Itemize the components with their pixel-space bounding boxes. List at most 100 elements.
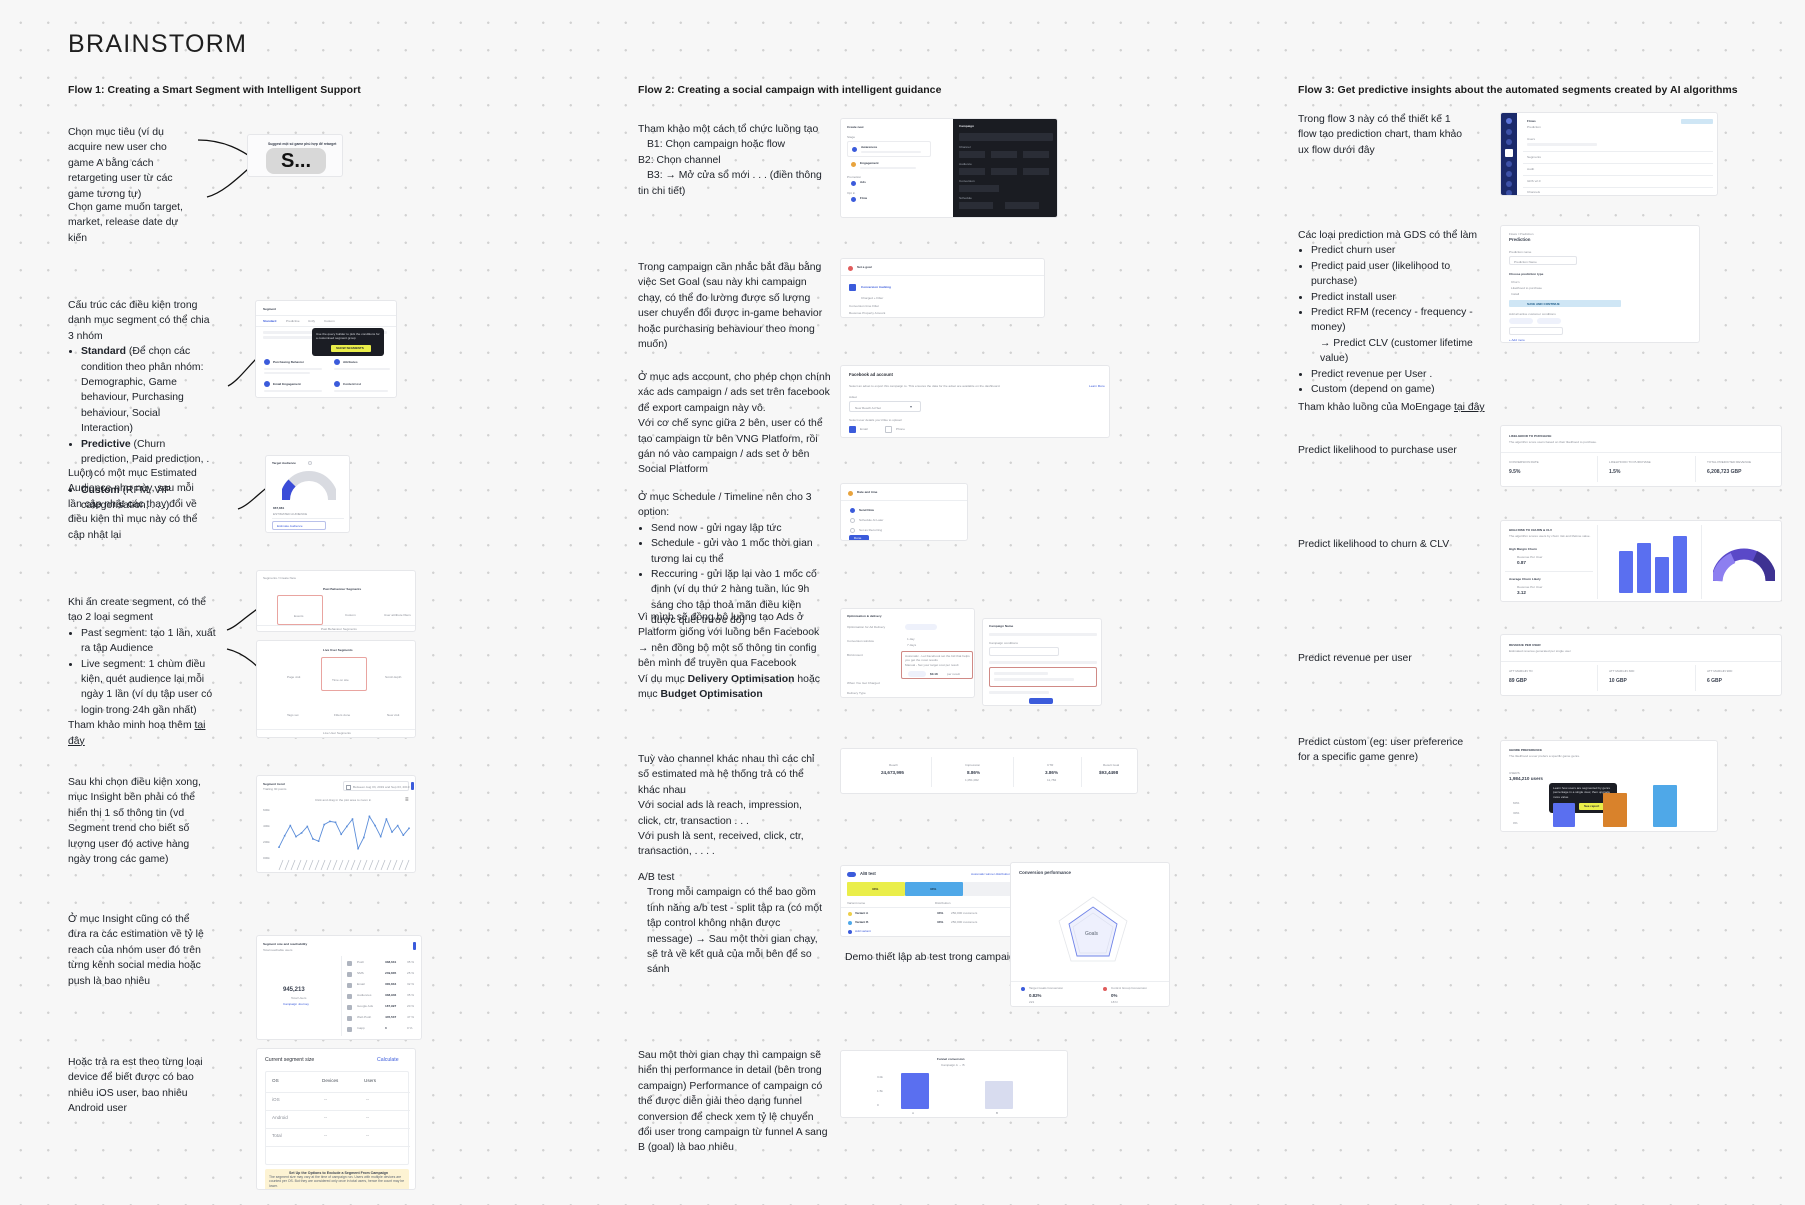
current-segment-size-screenshot[interactable]: Current segment size Calculate OS Device… [256, 1048, 416, 1190]
estimate-audience-button[interactable]: Estimate Audience [272, 521, 326, 530]
nav-item[interactable]: Prediction [1527, 125, 1541, 129]
whiteboard-canvas[interactable]: BRAINSTORM Flow 1: Creating a Smart Segm… [0, 0, 1805, 1205]
segment-reach-screenshot[interactable]: Segment size and reachability Total reac… [256, 935, 422, 1040]
nav-item[interactable]: Users [1527, 137, 1535, 141]
sidebar-item-bulk[interactable] [1506, 181, 1512, 187]
prediction-nav-screenshot[interactable]: Flows Prediction Users Segments Audit GD… [1500, 112, 1718, 196]
radio-send-now[interactable] [850, 508, 855, 513]
prediction-row[interactable]: Install [1511, 292, 1519, 296]
download-icon[interactable] [413, 942, 416, 950]
segment-builder-screenshot[interactable]: Segment Standard Predictive Unify Custom… [255, 300, 397, 398]
adset-select[interactable]: New Reach Ad Set ▾ [849, 401, 921, 412]
live-option-4[interactable]: Tags set [273, 696, 317, 724]
list-item: Past segment: tạo 1 lần, xuất ra tập Aud… [81, 626, 216, 657]
live-option-1[interactable]: Page visit [273, 657, 317, 687]
fb-ad-account-screenshot[interactable]: Facebook ad account Select an adset to e… [840, 365, 1110, 438]
channel-pct: 32 % [407, 982, 415, 986]
live-option-6[interactable]: New visit [373, 696, 415, 724]
sidebar-item-segments[interactable] [1506, 139, 1512, 145]
live-option-3[interactable]: Scroll depth [373, 657, 415, 687]
estimate-value: 3.86% [1045, 770, 1059, 775]
segment-option-custom[interactable]: Custom [329, 595, 375, 625]
sidebar-item-prediction[interactable] [1506, 118, 1512, 124]
predict-custom-screenshot[interactable]: GENRE PREFERENCE The likelihood a user p… [1500, 740, 1718, 832]
nav-item[interactable]: Audit [1527, 167, 1534, 171]
nav-item[interactable]: Channels [1527, 190, 1540, 194]
flow2-note-4-intro: Ở mục Schedule / Timeline nên cho 3 opti… [638, 492, 812, 519]
winner-distribution-label[interactable]: Automatic winner distribution [971, 872, 1011, 876]
bid-average-select[interactable] [908, 671, 926, 677]
email-checkbox[interactable] [849, 426, 856, 433]
sidebar-item-settings[interactable] [1506, 190, 1512, 195]
done-button[interactable]: Done [849, 535, 869, 540]
condition-select-2[interactable] [1537, 318, 1561, 324]
campaign-field[interactable] [989, 647, 1059, 656]
predict-purchase-screenshot[interactable]: LIKELIHOOD TO PURCHASE The algorithm sco… [1500, 425, 1782, 487]
sidebar-item-channels[interactable] [1506, 171, 1512, 177]
list-item-text: Predict RFM (recency - frequency - money… [1311, 307, 1473, 334]
campaign-submit-button[interactable] [1029, 698, 1053, 704]
date-time-screenshot[interactable]: Date and time Send Now Schedule At Later… [840, 483, 968, 541]
learn-more-link[interactable]: Learn More [1089, 384, 1105, 388]
card-purchasing-behavior[interactable]: Purchasing Behavior [273, 360, 304, 364]
save-continue-button[interactable]: SAVE AND CONTINUE [1509, 300, 1621, 307]
moengage-link[interactable]: tại đây [1454, 402, 1485, 413]
estimated-audience-screenshot[interactable]: Target Audience 867,881 ESTIMATED AUDIEN… [265, 455, 350, 533]
segment-option-attrs[interactable]: User attribute filters [379, 595, 415, 625]
date-range-picker[interactable]: Between Aug 03, 2019 and Sep 03, 2019 [343, 781, 409, 791]
calculate-button[interactable]: Calculate [377, 1057, 399, 1063]
menu-icon[interactable]: ≡ [405, 797, 409, 803]
tooltip-button[interactable]: SHOW SEGMENTS [331, 345, 371, 352]
prediction-create-screenshot[interactable]: Flows / Prediction Prediction Prediction… [1500, 225, 1700, 343]
group-awareness[interactable]: Awareness [847, 141, 931, 157]
phone-checkbox[interactable] [885, 426, 892, 433]
suggest-games-screenshot[interactable]: Suggest một số game phù hợp để retarget … [247, 134, 343, 177]
sidebar-nav[interactable] [1501, 113, 1517, 195]
add-variant-label[interactable]: Add variant [855, 929, 871, 933]
radio-schedule[interactable] [850, 518, 855, 523]
tab-standard[interactable]: Standard [263, 319, 276, 323]
funnel-chart-screenshot[interactable]: Funnel conversion Campaign A → B 3.0k 1.… [840, 1050, 1068, 1118]
estimates-screenshot[interactable]: Reach 24,673,995 Impression 8.86% 1,051,… [840, 748, 1138, 794]
live-option-2[interactable]: Time on site [321, 657, 367, 691]
campaign-creator-screenshot[interactable]: Create new Stage Awareness Engagement Pr… [840, 118, 1058, 218]
ab-test-toggle[interactable] [847, 872, 856, 877]
optimisation-screenshot-left[interactable]: Optimisation & delivery Optimisation for… [840, 608, 975, 698]
tab-custom[interactable]: Custom [324, 319, 335, 323]
card-email-engagement[interactable]: Email Engagement [273, 382, 301, 386]
prediction-row[interactable]: Likelihood to purchase [1511, 286, 1542, 290]
condition-input[interactable] [1509, 327, 1563, 335]
conversion-performance-screenshot[interactable]: Conversion performance Goals Target Goal… [1010, 862, 1170, 1007]
sidebar-item-active[interactable] [1505, 149, 1513, 157]
add-variant-icon[interactable] [848, 930, 852, 934]
conversion-tracking-checkbox[interactable] [849, 284, 856, 291]
optimisation-value[interactable] [905, 624, 937, 630]
nav-item[interactable]: GDS v2.0 [1527, 179, 1540, 183]
nav-action-button[interactable] [1681, 119, 1713, 124]
segment-trend-screenshot[interactable]: Segment trend Trailing 30 points Between… [256, 775, 416, 873]
campaign-name-screenshot[interactable]: Campaign Name Campaign conditions [982, 618, 1102, 706]
live-segments-screenshot[interactable]: Live User Segments Page visit Time on si… [256, 640, 416, 738]
nav-item[interactable]: Segments [1527, 155, 1541, 159]
sidebar-item-audit[interactable] [1506, 161, 1512, 167]
condition-select[interactable] [1509, 318, 1533, 324]
tab-predictive[interactable]: Predictive [286, 319, 300, 323]
ab-test-screenshot[interactable]: A/B test Automatic winner distribution 3… [840, 865, 1018, 937]
past-segments-screenshot[interactable]: Segments / Create New Past Behaviour Seg… [256, 570, 416, 632]
predict-churn-screenshot[interactable]: HIGH RISK TO CHURN & CLV The algorithm s… [1500, 520, 1782, 602]
upload-label: Select user details you'd like to upload [849, 418, 902, 422]
live-option-5[interactable]: Filters done [321, 696, 365, 724]
radio-recurring[interactable] [850, 528, 855, 533]
download-icon[interactable] [411, 782, 414, 790]
tab-unify[interactable]: Unify [308, 319, 315, 323]
card-content-list[interactable]: Content List [343, 382, 361, 386]
prediction-name-input[interactable]: Prediction Name [1509, 256, 1577, 265]
metric-value: 6 GBP [1707, 678, 1723, 684]
card-attributes[interactable]: Attributes [343, 360, 358, 364]
sidebar-item-users[interactable] [1506, 129, 1512, 135]
group-name: Awareness [861, 145, 878, 149]
segment-option-events[interactable]: Events [277, 595, 323, 625]
predict-revenue-screenshot[interactable]: REVENUE PER USER Estimated revenue gener… [1500, 634, 1782, 696]
prediction-row[interactable]: Churn [1511, 280, 1519, 284]
set-goal-screenshot[interactable]: Set a goal Conversion tracking Charged +… [840, 258, 1045, 318]
